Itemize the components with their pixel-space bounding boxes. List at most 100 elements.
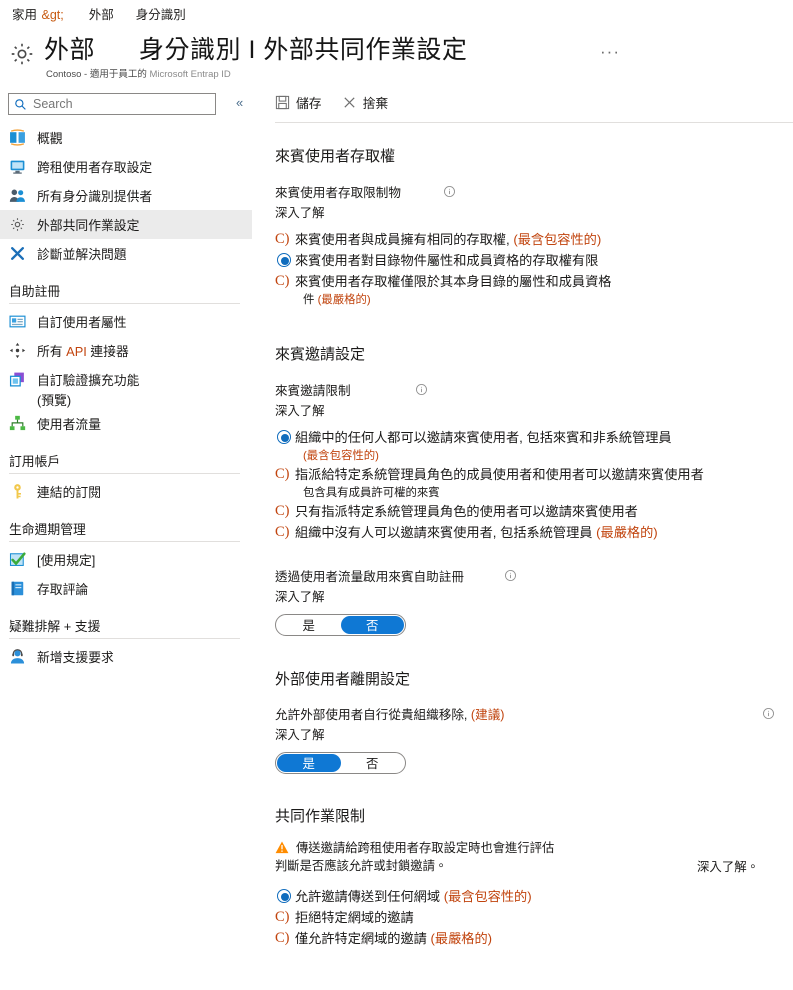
guest-invite-option-sublabel: 包含具有成員許可權的來賓: [303, 487, 440, 499]
guest-invite-option-4[interactable]: C) 組織中沒有人可以邀請來賓使用者, 包括系統管理員 (最嚴格的): [275, 523, 793, 542]
sidebar-item-key[interactable]: 連結的訂閱: [0, 477, 252, 506]
page-title: 外部 身分識別 I 外部共同作業設定: [44, 34, 467, 66]
id-card-icon: [9, 313, 26, 330]
info-icon[interactable]: [443, 185, 456, 198]
sidebar-item-check-box[interactable]: [使用規定]: [0, 545, 252, 574]
sidebar-item-connector[interactable]: 所有 API 連接器: [0, 336, 252, 365]
guest-access-option-label: 來賓使用者存取權僅限於其本身目錄的屬性和成員資格: [295, 274, 612, 289]
guest-access-field-label: 來賓使用者存取限制物: [275, 186, 401, 200]
info-icon[interactable]: [504, 569, 517, 582]
guest-invite-option-body: 組織中沒有人可以邀請來賓使用者, 包括系統管理員 (最嚴格的): [295, 523, 658, 542]
breadcrumb-item-identity[interactable]: 身分識別: [136, 4, 186, 23]
connector-icon: [9, 342, 26, 359]
info-icon[interactable]: [762, 707, 775, 720]
guest-access-option-label: 來賓使用者與成員擁有相同的存取權, (最含包容性的): [295, 232, 602, 247]
guest-invite-option-label: 只有指派特定系統管理員角色的使用者可以邀請來賓使用者: [295, 504, 638, 519]
search-icon: [14, 98, 27, 111]
collab-option-1[interactable]: 允許邀請傳送到任何網域 (最含包容性的): [275, 887, 793, 906]
main-content: 儲存 捨棄 來賓使用者存取權 來賓使用者存取限制物 深入了解 C) 來賓使用者與…: [265, 88, 793, 948]
guest-access-option-2[interactable]: 來賓使用者對目錄物件屬性和成員資格的存取權有限: [275, 251, 793, 270]
breadcrumb-item-home[interactable]: 家用 &gt;: [12, 4, 67, 23]
sidebar-group-title: 自助註冊: [9, 284, 61, 299]
sidebar-divider: [9, 638, 240, 639]
collab-option-body: 允許邀請傳送到任何網域 (最含包容性的): [295, 887, 532, 906]
sidebar-item-flow[interactable]: 使用者流量: [0, 409, 252, 438]
sidebar-item-label: 自訂驗證擴充功能: [37, 373, 140, 388]
guest-access-option-1[interactable]: C) 來賓使用者與成員擁有相同的存取權, (最含包容性的): [275, 230, 793, 249]
guest-access-radio-group: C) 來賓使用者與成員擁有相同的存取權, (最含包容性的) 來賓使用者對目錄物件屬性…: [275, 230, 793, 307]
guest-invite-option-sublabel: (最含包容性的): [303, 450, 379, 462]
sidebar-item-overview[interactable]: 概觀: [0, 123, 252, 152]
guest-invite-field-label: 來賓邀請限制: [275, 384, 351, 398]
sidebar-item-label: 存取評論: [37, 582, 89, 597]
guest-invite-option-1[interactable]: 組織中的任何人都可以邀請來賓使用者, 包括來賓和非系統管理員 (最含包容性的): [275, 428, 793, 463]
radio-selected-icon: [275, 887, 295, 905]
leave-settings-learn-more[interactable]: 深入了解: [275, 725, 793, 743]
save-button[interactable]: 儲存: [275, 93, 322, 112]
collab-warning-line1: 傳送邀請給跨租使用者存取設定時也會進行評估: [296, 841, 555, 855]
sidebar-item-book[interactable]: 存取評論: [0, 574, 252, 603]
sidebar-item-support-person[interactable]: 新增支援要求: [0, 642, 252, 671]
guest-invite-learn-more[interactable]: 深入了解: [275, 401, 793, 419]
self-service-toggle[interactable]: 是 否: [275, 614, 406, 636]
sidebar-item-label: 自訂使用者屬性: [37, 315, 127, 330]
guest-invite-option-3[interactable]: C) 只有指派特定系統管理員角色的使用者可以邀請來賓使用者: [275, 502, 793, 521]
self-service-toggle-yes[interactable]: 是: [277, 616, 341, 634]
collab-learn-more[interactable]: 深入了解。: [697, 857, 759, 875]
collab-option-label: 僅允許特定網域的邀請 (最嚴格的): [295, 931, 493, 946]
sidebar-item-extension[interactable]: 自訂驗證擴充功能: [0, 365, 252, 394]
sidebar-group-title: 生命週期管理: [9, 522, 86, 537]
sidebar-item-label: 所有 API 連接器: [37, 344, 129, 359]
sidebar-item-people[interactable]: 所有身分識別提供者: [0, 181, 252, 210]
sidebar-item-label: 外部共同作業設定: [37, 218, 140, 233]
self-service-field-label: 透過使用者流量啟用來賓自助註冊: [275, 570, 464, 584]
overview-icon: [9, 129, 26, 146]
radio-unselected-icon: C): [275, 272, 290, 289]
sidebar-item-wrench[interactable]: 診斷並解決問題: [0, 239, 252, 268]
info-icon[interactable]: [415, 383, 428, 396]
section-collab-restrictions: 共同作業限制 傳送邀請給跨租使用者存取設定時也會進行評估 判斷是否應該允許或封鎖…: [265, 805, 793, 948]
self-service-toggle-no[interactable]: 否: [340, 616, 404, 634]
sidebar-group-title: 訂用帳戶: [9, 454, 61, 469]
guest-invite-option-label: 指派給特定系統管理員角色的成員使用者和使用者可以邀請來賓使用者: [295, 467, 704, 482]
discard-label: 捨棄: [362, 95, 389, 111]
sidebar-group: 訂用帳戶連結的訂閱: [0, 451, 252, 506]
leave-settings-toggle-no[interactable]: 否: [341, 754, 405, 772]
sidebar-search-row: Search «: [8, 93, 252, 123]
sidebar-group: 生命週期管理 [使用規定] 存取評論: [0, 519, 252, 603]
leave-settings-toggle-yes[interactable]: 是: [277, 754, 341, 772]
sidebar-divider: [9, 541, 240, 542]
discard-button[interactable]: 捨棄: [342, 93, 389, 112]
guest-invite-option-2[interactable]: C) 指派給特定系統管理員角色的成員使用者和使用者可以邀請來賓使用者 包含具有成員許…: [275, 465, 793, 500]
self-service-learn-more[interactable]: 深入了解: [275, 587, 793, 605]
guest-invite-option-body: 組織中的任何人都可以邀請來賓使用者, 包括來賓和非系統管理員 (最含包容性的): [295, 428, 672, 463]
section-guest-access: 來賓使用者存取權 來賓使用者存取限制物 深入了解 C) 來賓使用者與成員擁有相同的…: [265, 145, 793, 307]
flow-icon: [9, 415, 26, 432]
collab-option-2[interactable]: C) 拒絕特定網域的邀請: [275, 908, 793, 927]
guest-access-option-sublabel: 件 (最嚴格的): [303, 294, 371, 306]
sidebar-item-monitor[interactable]: 跨租使用者存取設定: [0, 152, 252, 181]
sidebar-item-id-card[interactable]: 自訂使用者屬性: [0, 307, 252, 336]
breadcrumb-item-external[interactable]: 外部: [89, 4, 114, 23]
radio-selected-icon: [275, 428, 295, 446]
check-box-icon: [9, 551, 26, 568]
save-icon: [275, 95, 290, 110]
leave-settings-toggle[interactable]: 是 否: [275, 752, 406, 774]
sidebar-item-gear[interactable]: 外部共同作業設定: [0, 210, 252, 239]
guest-invite-option-label: 組織中沒有人可以邀請來賓使用者, 包括系統管理員 (最嚴格的): [295, 525, 658, 540]
collab-warning-line2: 判斷是否應該允許或封鎖邀請。: [275, 858, 448, 873]
more-options-icon[interactable]: ···: [600, 42, 620, 62]
guest-access-option-3[interactable]: C) 來賓使用者存取權僅限於其本身目錄的屬性和成員資格件 (最嚴格的): [275, 272, 793, 307]
collab-radio-group: 允許邀請傳送到任何網域 (最含包容性的) C) 拒絕特定網域的邀請 C) 僅允許特定網域…: [275, 887, 793, 948]
sidebar-divider: [9, 303, 240, 304]
collab-option-3[interactable]: C) 僅允許特定網域的邀請 (最嚴格的): [275, 929, 793, 948]
guest-access-option-label: 來賓使用者對目錄物件屬性和成員資格的存取權有限: [295, 253, 599, 268]
chevron-double-left-icon[interactable]: «: [236, 95, 243, 110]
page-header: 外部 身分識別 I 外部共同作業設定 Contoso - 適用于員工的 Micro…: [0, 30, 793, 80]
sidebar-item-label: 跨租使用者存取設定: [37, 160, 153, 175]
search-input[interactable]: Search: [8, 93, 216, 115]
page-subtitle: Contoso - 適用于員工的 Microsoft Entrap ID: [46, 66, 231, 80]
section-leave-settings: 外部使用者離開設定 允許外部使用者自行從貴組織移除, (建議) 深入了解 是 否: [265, 668, 793, 774]
guest-access-learn-more[interactable]: 深入了解: [275, 203, 793, 221]
people-icon: [9, 187, 26, 204]
